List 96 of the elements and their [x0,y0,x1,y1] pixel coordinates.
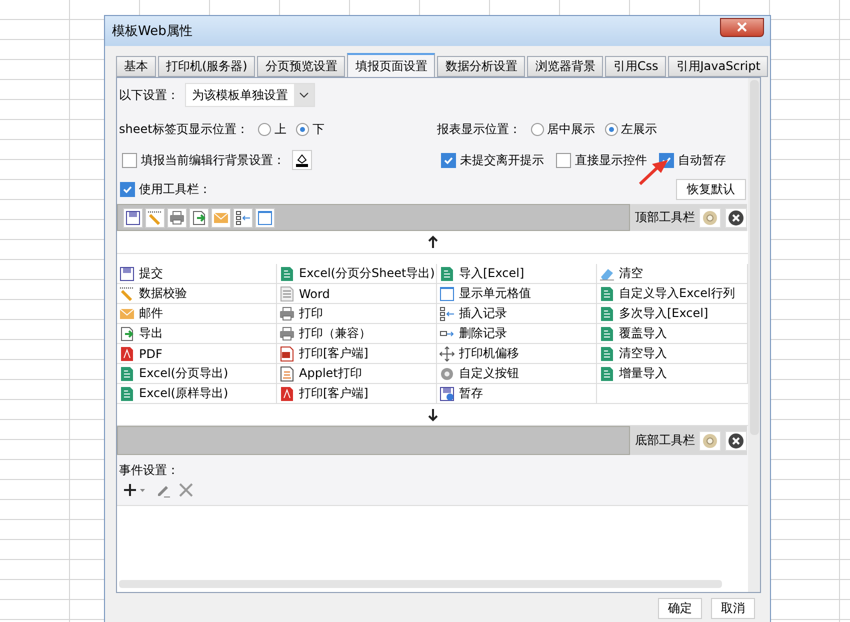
printer-icon [279,306,295,322]
toolbar-item[interactable]: 显示单元格值 [437,284,597,304]
toolbar-button[interactable] [233,208,253,228]
pdf-icon [279,386,295,402]
spreadsheet-icon [279,266,295,282]
close-icon [728,432,744,448]
toolbar-item[interactable]: 导出 [117,324,277,344]
toolbar-button[interactable] [189,208,209,228]
document-icon [279,366,295,382]
toolbar-item[interactable]: 打印 [277,304,437,324]
toolbar-item[interactable]: 覆盖导入 [597,324,748,344]
close-icon [737,22,747,32]
toolbar-item[interactable]: 插入记录 [437,304,597,324]
arrow-down-icon [428,408,438,422]
toolbar-item[interactable]: 打印（兼容） [277,324,437,344]
toolbar-item[interactable]: Excel(分页分Sheet导出) [277,264,437,284]
toolbar-item[interactable]: Excel(分页导出) [117,364,277,384]
tab[interactable]: 浏览器背景 [527,56,604,77]
paint-bucket-button[interactable] [292,150,312,170]
add-button[interactable] [123,483,147,497]
toolbar-item[interactable]: 自定义导入Excel行列 [597,284,748,304]
pencil-icon [119,286,135,302]
checkbox-option[interactable]: 填报当前编辑行背景设置： [122,152,285,168]
window-title: 模板Web属性 [112,23,192,40]
tab[interactable]: 引用Css [605,56,666,77]
delete-button[interactable] [179,483,193,497]
radio-option[interactable]: 下 [296,120,324,138]
dialog-button[interactable]: 确定 [658,598,702,618]
document-export-icon [191,210,207,226]
gear-icon [439,366,455,382]
toolbar-item[interactable]: 多次导入[Excel] [597,304,748,324]
toolbar-item[interactable]: 邮件 [117,304,277,324]
toolbar-item[interactable]: 自定义按钮 [437,364,597,384]
close-icon [728,210,744,226]
checkmark-icon [122,184,133,194]
spreadsheet-icon [439,266,455,282]
printer-icon [169,210,185,226]
document-icon [279,286,295,302]
toolbar-item[interactable]: 提交 [117,264,277,284]
toolbar-item[interactable]: 清空 [597,264,748,284]
report-position-label: 报表显示位置： [437,120,521,138]
scope-label: 以下设置： [119,86,179,104]
dialog-button[interactable]: 取消 [711,598,755,618]
arrow-up-icon [428,235,438,249]
tab[interactable]: 数据分析设置 [437,56,526,77]
window-icon [439,286,455,302]
toolbar-item[interactable]: PDF [117,344,277,364]
sheet-tab-position-label: sheet标签页显示位置： [119,120,248,138]
spreadsheet-icon [599,366,615,382]
toolbar-item[interactable]: 删除记录 [437,324,597,344]
scope-dropdown[interactable]: 为该模板单独设置 [185,83,315,107]
gear-icon [702,432,718,448]
printer-icon [279,326,295,342]
toolbar-button[interactable] [123,208,143,228]
insert-row-icon [235,210,251,226]
toolbar-button[interactable] [255,208,275,228]
toolbar-item[interactable]: 数据校验 [117,284,277,304]
radio-option[interactable]: 左展示 [605,120,657,138]
restore-default-button[interactable]: 恢复默认 [676,178,746,200]
move-arrows-icon [439,346,455,362]
toolbar-item[interactable]: 打印[客户端] [277,344,437,364]
radio-option[interactable]: 上 [258,120,286,138]
radio-option[interactable]: 居中展示 [531,120,595,138]
horizontal-scrollbar[interactable] [119,580,722,588]
vertical-scrollbar[interactable] [748,78,760,592]
spreadsheet-icon [599,286,615,302]
checkbox-option[interactable]: 直接显示控件 [556,152,647,168]
document-icon [279,346,295,362]
tab[interactable]: 引用JavaScript [668,56,768,77]
insert-row-icon [439,306,455,322]
tab[interactable]: 分页预览设置 [257,56,346,77]
events-label: 事件设置： [119,462,179,479]
toolbar-label: 底部工具栏 [635,432,695,449]
tab[interactable]: 基本 [116,56,156,77]
toolbar-item[interactable]: 增量导入 [597,364,748,384]
pencil-icon [147,210,163,226]
close-button[interactable] [720,18,764,36]
toolbar-label: 顶部工具栏 [635,209,695,226]
spreadsheet-icon [599,326,615,342]
tab[interactable]: 填报页面设置 [347,53,436,77]
toolbar-item[interactable]: 打印机偏移 [437,344,597,364]
spreadsheet-icon [599,346,615,362]
toolbar-item[interactable]: Word [277,284,437,304]
checkmark-icon [661,154,672,166]
toolbar-item[interactable]: Applet打印 [277,364,437,384]
toolbar-item[interactable]: 导入[Excel] [437,264,597,284]
checkmark-icon [443,154,454,166]
window-icon [257,210,273,226]
gear-icon [702,210,718,226]
toolbar-button[interactable] [167,208,187,228]
toolbar-item[interactable]: 清空导入 [597,344,748,364]
tab[interactable]: 打印机(服务器) [158,56,256,77]
chevron-down-icon [299,92,309,98]
checkbox-option[interactable]: 未提交离开提示 [441,152,544,168]
spreadsheet-icon [599,306,615,322]
checkbox-option[interactable]: 使用工具栏： [120,180,211,198]
